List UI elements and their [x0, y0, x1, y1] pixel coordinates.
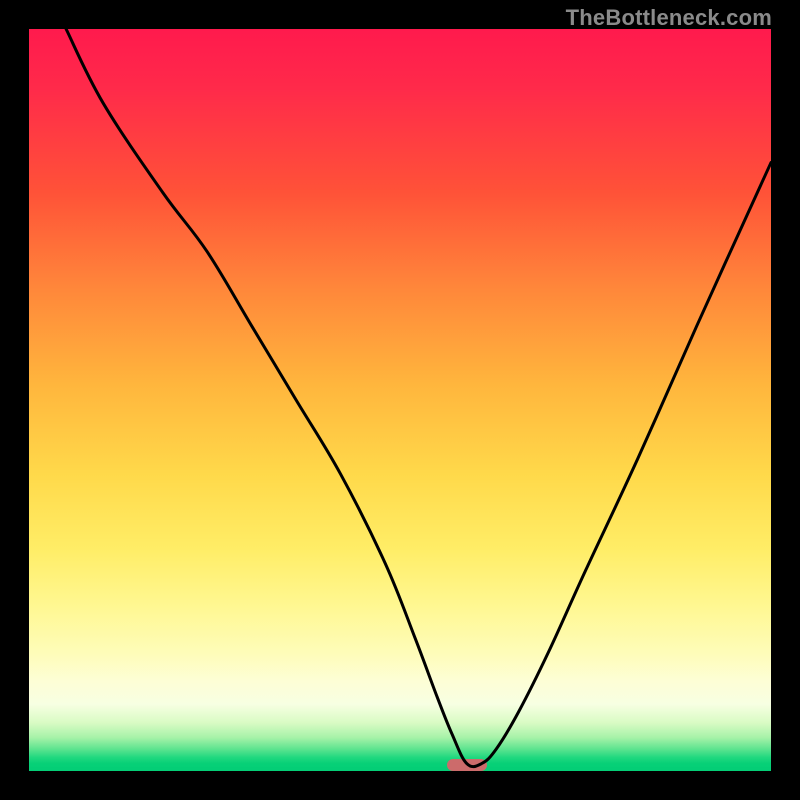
chart-frame: TheBottleneck.com	[0, 0, 800, 800]
watermark-text: TheBottleneck.com	[566, 5, 772, 31]
plot-area	[29, 29, 771, 771]
bottleneck-curve	[29, 29, 771, 771]
